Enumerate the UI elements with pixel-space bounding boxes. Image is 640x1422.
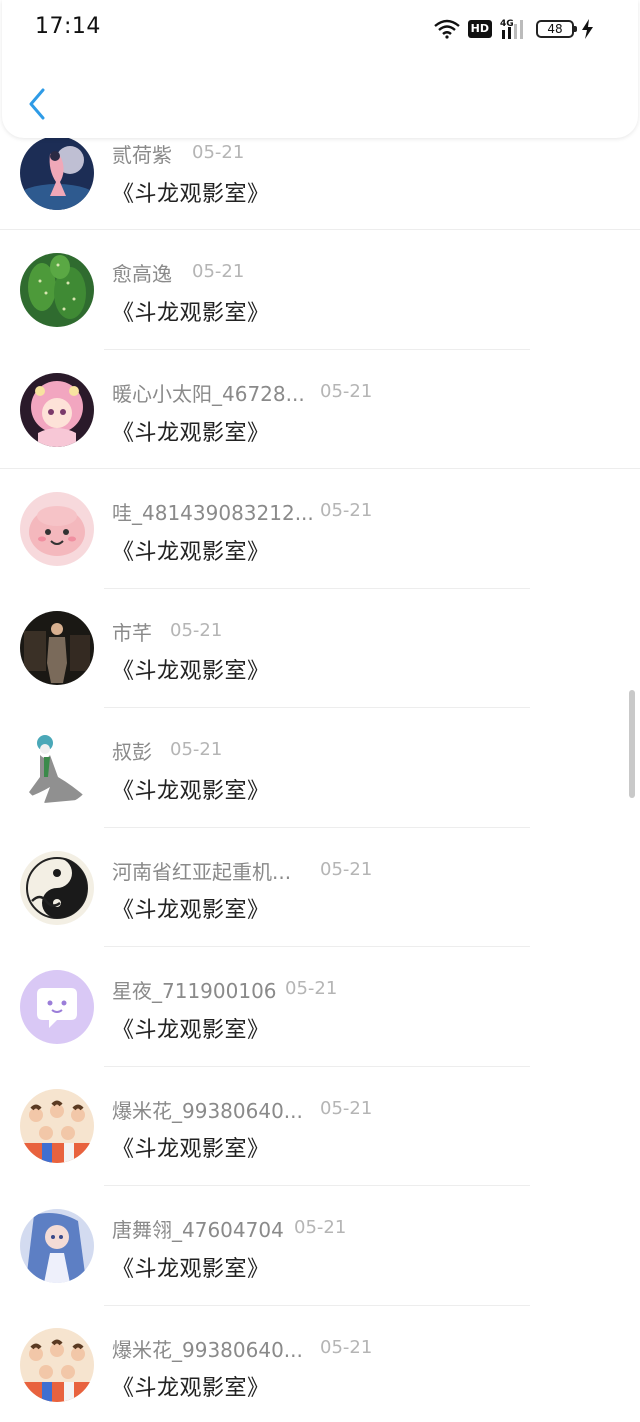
item-divider: [104, 946, 530, 947]
video-title[interactable]: 《斗龙观影室》: [112, 892, 270, 924]
list-item[interactable]: 暖心小太阳_46728... 05-21 《斗龙观影室》: [0, 352, 640, 471]
avatar[interactable]: [20, 1209, 94, 1283]
avatar[interactable]: [20, 492, 94, 566]
scrollbar[interactable]: [629, 690, 635, 798]
item-meta: 爆米花_99380640...: [112, 1333, 303, 1363]
video-title[interactable]: 《斗龙观影室》: [112, 773, 270, 805]
signal-icon: 4G: [500, 18, 528, 40]
username[interactable]: 唐舞翎_47604704: [112, 1214, 284, 1243]
video-title[interactable]: 《斗龙观影室》: [112, 295, 270, 327]
video-title[interactable]: 《斗龙观影室》: [112, 176, 270, 208]
username[interactable]: 爆米花_99380640...: [112, 1095, 303, 1124]
list-item[interactable]: 愈高逸 05-21 《斗龙观影室》: [0, 232, 640, 351]
list-item[interactable]: 市芊 05-21 《斗龙观影室》: [0, 591, 640, 710]
date: 05-21: [192, 142, 245, 163]
avatar[interactable]: [20, 373, 94, 447]
video-title[interactable]: 《斗龙观影室》: [112, 1251, 270, 1283]
item-meta: 河南省红亚起重机...: [112, 855, 291, 885]
item-divider: [104, 1066, 530, 1067]
list-item[interactable]: 爆米花_99380640... 05-21 《斗龙观影室》: [0, 1069, 640, 1188]
avatar[interactable]: [20, 1328, 94, 1402]
date: 05-21: [320, 500, 373, 521]
date: 05-21: [320, 1337, 373, 1358]
item-divider: [104, 349, 530, 350]
username[interactable]: 贰荷紫: [112, 139, 172, 168]
item-meta: 叔彭: [112, 735, 152, 765]
username[interactable]: 河南省红亚起重机...: [112, 856, 291, 885]
avatar[interactable]: [20, 253, 94, 327]
item-meta: 暖心小太阳_46728...: [112, 377, 305, 407]
date: 05-21: [294, 1217, 347, 1238]
date: 05-21: [285, 978, 338, 999]
page: 贰荷紫 05-21 《斗龙观影室》 愈高逸 05-21 《斗龙观影室》 暖心小太…: [0, 0, 640, 1422]
username[interactable]: 愈高逸: [112, 258, 172, 287]
status-icons: HD 4G 48: [433, 16, 594, 42]
chevron-left-icon: [29, 88, 45, 120]
item-divider: [104, 1305, 530, 1306]
section-divider: [0, 468, 640, 469]
avatar[interactable]: [20, 731, 94, 805]
video-title[interactable]: 《斗龙观影室》: [112, 534, 270, 566]
list-item[interactable]: 爆米花_99380640... 05-21 《斗龙观影室》: [0, 1308, 640, 1422]
video-title[interactable]: 《斗龙观影室》: [112, 653, 270, 685]
clock: 17:14: [35, 14, 101, 39]
item-meta: 唐舞翎_47604704: [112, 1213, 284, 1243]
date: 05-21: [320, 381, 373, 402]
charging-bolt-icon: [582, 19, 594, 39]
item-divider: [104, 588, 530, 589]
item-meta: 愈高逸: [112, 257, 172, 287]
date: 05-21: [320, 1098, 373, 1119]
item-meta: 爆米花_99380640...: [112, 1094, 303, 1124]
back-button[interactable]: [20, 82, 54, 126]
avatar[interactable]: [20, 611, 94, 685]
avatar[interactable]: [20, 136, 94, 210]
item-meta: 哇_481439083212...: [112, 496, 314, 526]
item-meta: 市芊: [112, 616, 152, 646]
date: 05-21: [320, 859, 373, 880]
item-divider: [104, 827, 530, 828]
date: 05-21: [170, 620, 223, 641]
section-divider: [0, 229, 640, 230]
video-title[interactable]: 《斗龙观影室》: [112, 415, 270, 447]
list-item[interactable]: 星夜_711900106 05-21 《斗龙观影室》: [0, 949, 640, 1068]
avatar[interactable]: [20, 970, 94, 1044]
date: 05-21: [192, 261, 245, 282]
list-item[interactable]: 哇_481439083212... 05-21 《斗龙观影室》: [0, 471, 640, 590]
video-title[interactable]: 《斗龙观影室》: [112, 1370, 270, 1402]
list-item[interactable]: 叔彭 05-21 《斗龙观影室》: [0, 710, 640, 829]
username[interactable]: 爆米花_99380640...: [112, 1334, 303, 1363]
wifi-icon: [433, 19, 460, 39]
hd-badge: HD: [467, 20, 492, 38]
item-meta: 贰荷紫: [112, 138, 172, 168]
username[interactable]: 市芊: [112, 617, 152, 646]
list-item[interactable]: 河南省红亚起重机... 05-21 《斗龙观影室》: [0, 830, 640, 949]
username[interactable]: 叔彭: [112, 736, 152, 765]
top-bar: 17:14 HD 4G 48: [2, 0, 638, 138]
date: 05-21: [170, 739, 223, 760]
username[interactable]: 星夜_711900106: [112, 975, 277, 1004]
avatar[interactable]: [20, 851, 94, 925]
username[interactable]: 哇_481439083212...: [112, 497, 314, 526]
status-bar: 17:14 HD 4G 48: [2, 0, 638, 56]
item-divider: [104, 707, 530, 708]
battery-level: 48: [547, 22, 563, 36]
video-title[interactable]: 《斗龙观影室》: [112, 1131, 270, 1163]
battery-icon: 48: [536, 20, 577, 38]
list-item[interactable]: 唐舞翎_47604704 05-21 《斗龙观影室》: [0, 1188, 640, 1307]
avatar[interactable]: [20, 1089, 94, 1163]
item-divider: [104, 1185, 530, 1186]
video-title[interactable]: 《斗龙观影室》: [112, 1012, 270, 1044]
username[interactable]: 暖心小太阳_46728...: [112, 378, 305, 407]
item-meta: 星夜_711900106: [112, 974, 277, 1004]
svg-text:4G: 4G: [500, 19, 514, 29]
